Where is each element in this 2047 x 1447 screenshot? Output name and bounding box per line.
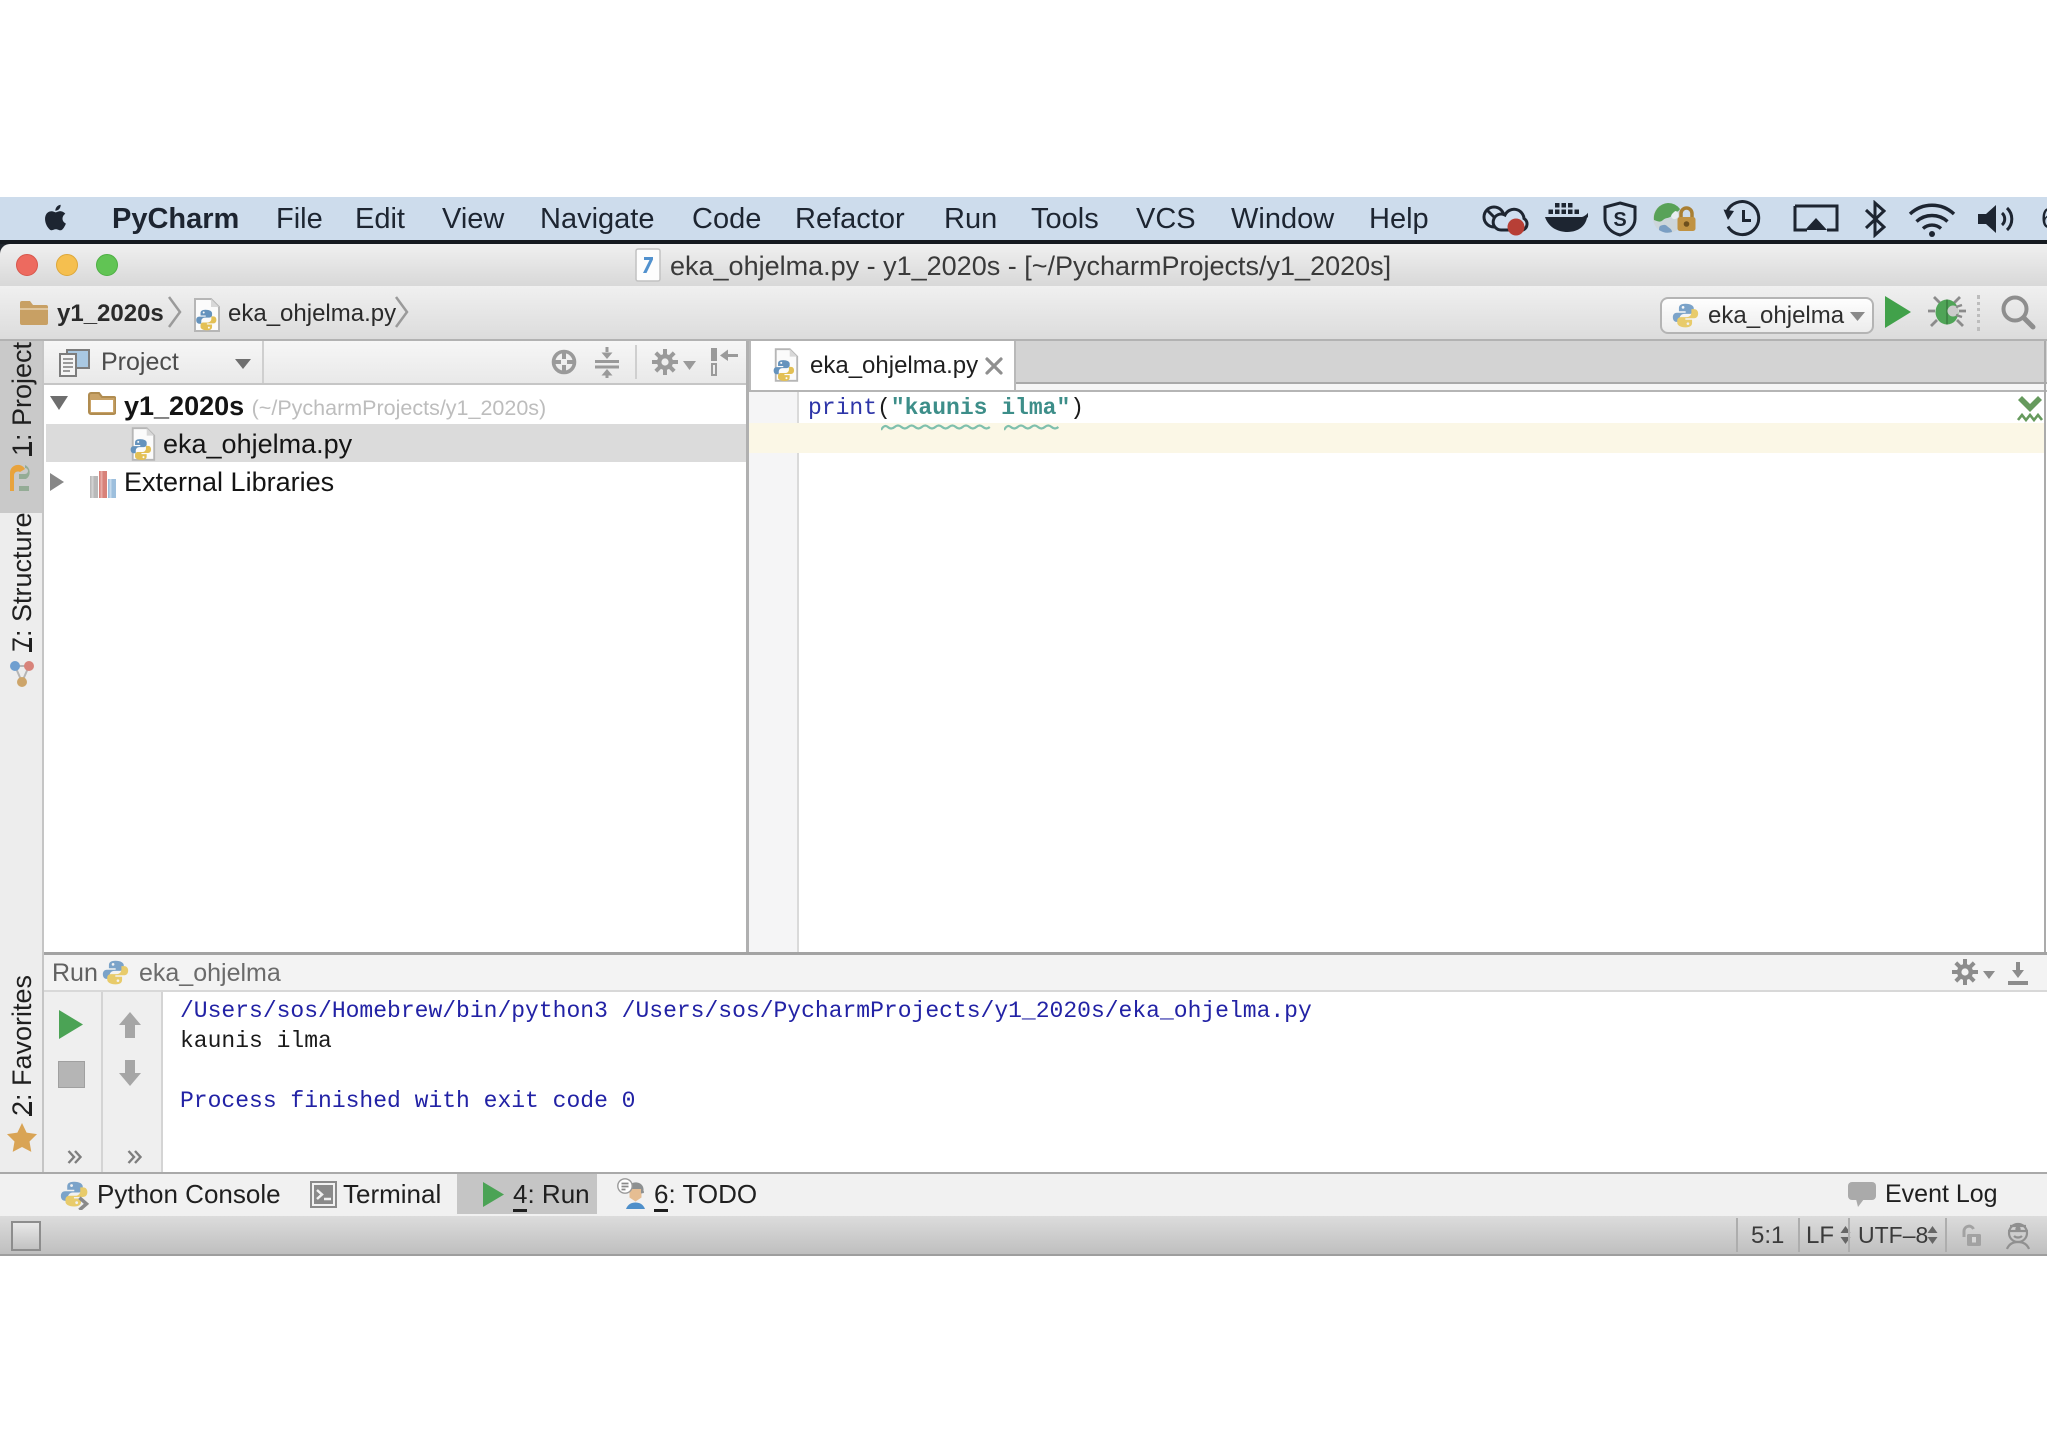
svg-text:S: S bbox=[1613, 209, 1626, 231]
